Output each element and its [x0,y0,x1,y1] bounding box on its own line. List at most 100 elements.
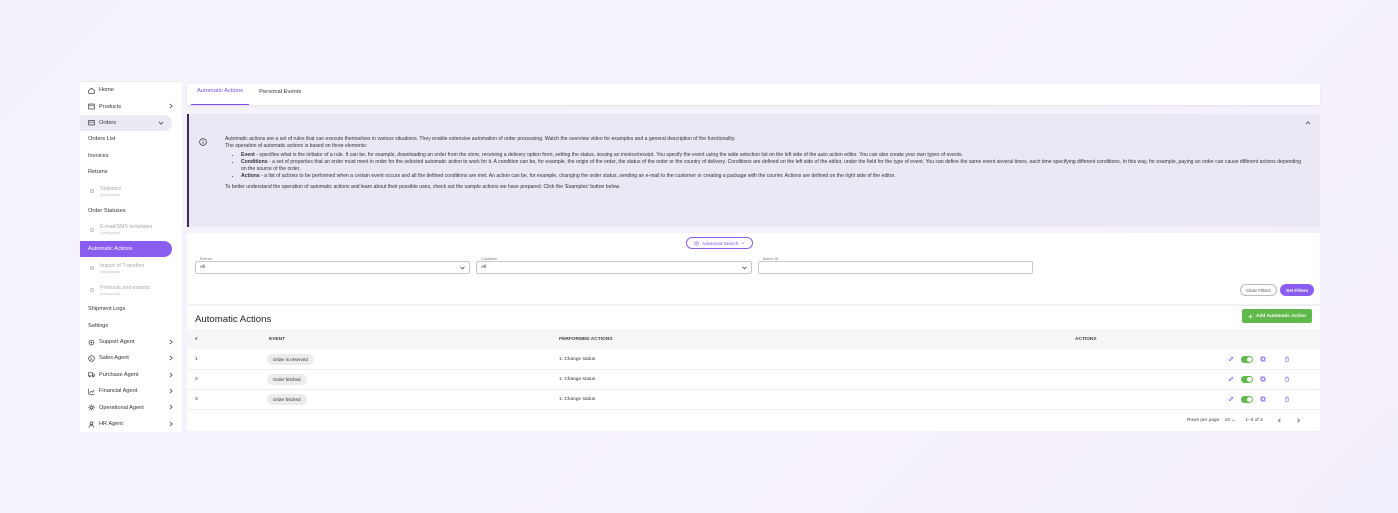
sidebar-item-home[interactable]: Home [80,82,182,98]
delete-icon[interactable] [1283,355,1291,363]
add-button-label: Add Automatic Action [1256,313,1307,319]
info-item-title: Event [241,152,255,159]
sidebar-item-hr-agent[interactable]: HR Agent [80,416,182,432]
main-content: Automatic Actions Personal Events Automa… [187,81,1320,432]
sidebar-item-sales-agent[interactable]: $ Sales Agent [80,350,182,366]
chevron-up-icon[interactable] [1305,120,1311,126]
condition-value: All [481,265,487,270]
sidebar-item-label: Support Agent [99,339,135,346]
sidebar-item-orders-list[interactable]: Orders List [80,131,182,147]
coming-soon-label: (coming soon) [100,269,121,274]
sidebar-item-purchase-agent[interactable]: Purchase Agent [80,367,182,383]
copy-icon[interactable] [1259,355,1267,363]
row-number: 3 [195,397,198,402]
info-list: Event - specifies what is the initiator … [225,152,1306,180]
info-item-title: Conditions [241,159,268,166]
sidebar-item-label: Purchase Agent [99,371,139,378]
sidebar-item-products[interactable]: Products [80,98,182,114]
row-actions [1227,355,1291,363]
sidebar-item-label: Sales Agent [99,355,129,362]
performed-actions: 1. Change status [559,377,596,382]
sidebar-item-label: HR Agent [99,421,123,428]
chevron-right-icon [169,104,173,109]
edit-icon[interactable] [1227,395,1235,403]
info-item-text: - a list of actions to be performed when… [259,173,896,180]
info-item-text: - specifies what is the initiator of a r… [254,152,964,159]
edit-icon[interactable] [1227,355,1235,363]
performed-actions: 1. Change status [559,397,596,402]
condition-label: Condition [480,257,499,261]
app-window: Home Products Orders Orders List Invoice… [80,81,1320,432]
row-number: 1 [195,357,198,362]
column-header-performed: PERFORMED ACTIONS [559,337,613,342]
sidebar-item-settings[interactable]: Settings [80,318,182,334]
events-select[interactable]: Events All [195,257,470,274]
chevron-down-icon [460,266,465,270]
sidebar-item-operational-agent[interactable]: Operational Agent [80,399,182,415]
sidebar-item-automatic-actions[interactable]: Automatic Actions [80,240,172,258]
prev-page-icon[interactable] [1277,418,1282,423]
automatic-actions-table: Automatic Actions Add Automatic Action #… [187,305,1320,431]
sidebar-item-label: Import of Transfers [100,262,145,269]
home-icon [88,87,95,94]
chevron-down-icon [742,266,747,270]
info-panel: Automatic actions are a set of rules tha… [187,114,1320,227]
info-intro-2: The operation of automatic actions is ba… [225,143,368,150]
sidebar-item-import-of-transfers: Import of Transfers (coming soon) [80,257,182,279]
sidebar-item-returns[interactable]: Returns [80,164,182,180]
sidebar-item-label: Home [99,87,114,94]
sidebar-item-email-sms-templates: E-mail/SMS templates (coming soon) [80,219,182,241]
cog-icon [88,404,95,411]
next-page-icon[interactable] [1296,418,1301,423]
coming-soon-label: (coming soon) [100,231,121,236]
condition-select[interactable]: Condition All [476,257,752,274]
sidebar-item-shipment-logs[interactable]: Shipment Logs [80,301,182,317]
tab-personal-events[interactable]: Personal Events [253,84,307,105]
performed-actions: 1. Change status [559,357,596,362]
tab-bar: Automatic Actions Personal Events [187,84,1320,105]
sidebar-item-support-agent[interactable]: Support Agent [80,334,182,350]
table-row: 3 Order fetched 1. Change status [187,390,1320,410]
copy-icon[interactable] [1259,375,1267,383]
edit-icon[interactable] [1227,375,1235,383]
delete-icon[interactable] [1283,375,1291,383]
set-filters-button[interactable]: Set Filters [1280,284,1315,296]
chart-icon [88,388,95,395]
rows-per-page-select[interactable]: 10 ⌄ [1225,418,1236,423]
sidebar-item-invoices[interactable]: Invoices [80,148,182,164]
advanced-search-button[interactable]: Advanced Search [686,237,754,249]
action-id-input[interactable]: Action ID [758,257,1033,274]
sidebar-item-label: Printouts and exports [100,284,151,291]
user-icon [88,421,95,428]
delete-icon[interactable] [1283,395,1291,403]
sidebar-item-label: Automatic Actions [88,245,133,252]
chevron-right-icon [169,372,173,378]
enabled-toggle[interactable] [1241,395,1253,403]
gear-icon [88,339,95,346]
copy-icon[interactable] [1259,395,1267,403]
enabled-toggle[interactable] [1241,375,1253,383]
column-header-event: EVENT [269,337,285,342]
sidebar-item-label: Shipment Logs [88,306,126,313]
table-title: Automatic Actions [195,314,272,325]
sidebar-item-financial-agent[interactable]: Financial Agent [80,383,182,399]
event-chip: Order is reserved [267,354,314,365]
advanced-search-label: Advanced Search [702,240,739,246]
add-automatic-action-button[interactable]: Add Automatic Action [1242,309,1313,323]
coming-soon-label: (coming soon) [100,192,121,197]
sidebar-item-statistics: Statistics (coming soon) [80,180,182,202]
tab-automatic-actions[interactable]: Automatic Actions [191,84,250,105]
row-actions [1227,395,1291,403]
clear-filters-button[interactable]: Clear Filters [1240,284,1277,296]
pagination: Rows per page: 10 ⌄ 1–3 of 3 [1187,418,1301,423]
info-outro: To better understand the operation of au… [225,183,621,190]
sidebar-item-orders[interactable]: Orders [80,114,172,132]
chevron-right-icon [169,421,173,427]
filters-panel: Advanced Search Events All Condition All… [187,233,1320,304]
sidebar-item-printouts-exports: Printouts and exports (coming soon) [80,279,182,301]
info-icon [199,138,207,146]
enabled-toggle[interactable] [1241,355,1253,363]
info-item-event: Event - specifies what is the initiator … [241,152,1306,159]
circle-icon [90,288,94,293]
sidebar-item-order-statuses[interactable]: Order Statuses [80,202,182,218]
